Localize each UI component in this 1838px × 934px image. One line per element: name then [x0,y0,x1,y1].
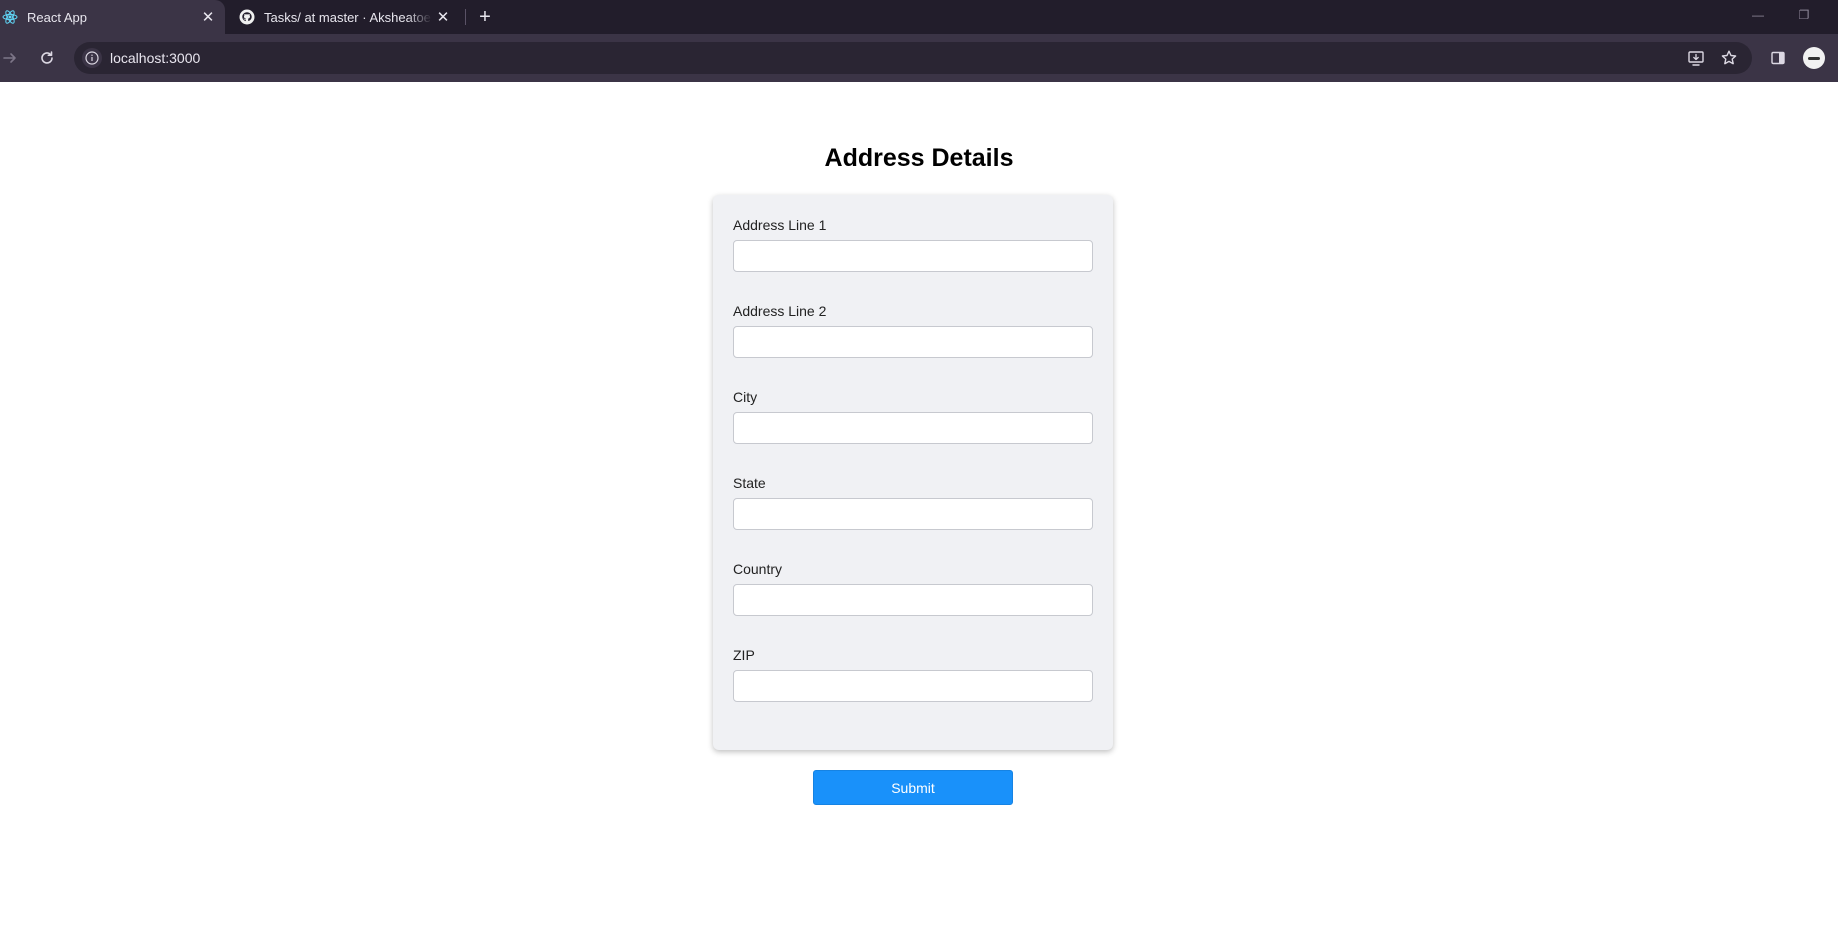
profile-avatar[interactable] [1803,47,1825,69]
react-logo-icon [2,10,18,24]
tab-strip: React App ✕ Tasks/ at master · Aksheatoe… [0,0,1838,34]
address-line-1-input[interactable] [733,240,1093,272]
tab-title: Tasks/ at master · Aksheatoes/Tasks [264,9,432,25]
state-field: State [733,474,1093,530]
zip-field: ZIP [733,646,1093,702]
country-input[interactable] [733,584,1093,616]
side-panel-icon [1771,51,1785,65]
address-line-2-label: Address Line 2 [733,303,827,319]
side-panel-button[interactable] [1764,44,1792,72]
submit-button[interactable]: Submit [813,770,1013,805]
page-title: Address Details [824,144,1014,172]
close-tab-icon[interactable]: ✕ [197,6,219,28]
new-tab-button[interactable]: + [472,4,498,30]
tab-divider [465,9,466,25]
address-line-1-label: Address Line 1 [733,217,827,233]
tab-github-tasks[interactable]: Tasks/ at master · Aksheatoes/Tasks ✕ [230,0,460,34]
country-label: Country [733,561,783,577]
reload-icon [41,51,53,64]
country-field: Country [733,560,1093,616]
site-info-button[interactable] [82,48,102,68]
forward-button[interactable] [0,44,24,72]
close-tab-icon[interactable]: ✕ [432,6,454,28]
address-bar[interactable]: localhost:3000 [74,42,1752,74]
minimize-window-button[interactable]: — [1735,0,1781,30]
city-label: City [733,389,758,405]
address-line-1-field: Address Line 1 [733,216,1093,272]
address-line-2-input[interactable] [733,326,1093,358]
city-input[interactable] [733,412,1093,444]
star-icon [1721,50,1737,65]
install-app-icon [1688,51,1704,66]
profile-avatar-icon [1808,56,1820,60]
install-app-button[interactable] [1684,46,1708,70]
tab-react-app[interactable]: React App ✕ [0,0,225,34]
state-input[interactable] [733,498,1093,530]
reload-button[interactable] [33,44,61,72]
url-text: localhost:3000 [110,50,201,66]
browser-toolbar: localhost:3000 [0,34,1838,82]
city-field: City [733,388,1093,444]
bookmark-button[interactable] [1717,46,1741,70]
info-icon [85,51,99,65]
zip-label: ZIP [733,647,755,663]
state-label: State [733,475,766,491]
restore-window-button[interactable]: ❐ [1781,0,1827,30]
tab-title: React App [27,9,87,25]
zip-input[interactable] [733,670,1093,702]
page-content: Address Details Address Line 1 Address L… [0,82,1838,934]
github-logo-icon [239,9,255,25]
arrow-right-icon [3,53,16,63]
address-line-2-field: Address Line 2 [733,302,1093,358]
address-form-card: Address Line 1 Address Line 2 City State… [713,195,1113,750]
